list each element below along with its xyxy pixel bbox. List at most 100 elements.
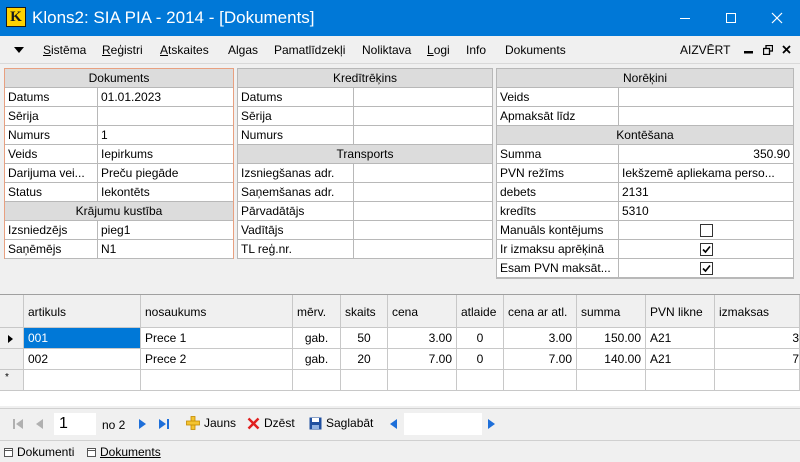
apmaksat-lidz-input[interactable] (619, 107, 793, 125)
menu-pamatlidzekli[interactable]: Pamatlīdzekļi (274, 43, 345, 57)
kredits-input[interactable]: 5310 (619, 202, 793, 220)
numurs-input[interactable]: 1 (98, 126, 233, 144)
column-header[interactable]: nosaukums (141, 295, 293, 328)
manuals-kontejums-checkbox[interactable] (699, 224, 713, 238)
new-row-cell[interactable] (504, 370, 577, 391)
title-bar[interactable]: K Klons2: SIA PIA - 2014 - [Dokuments] (0, 0, 800, 36)
table-cell-pvn-likme[interactable]: A21 (646, 328, 715, 349)
new-row-cell[interactable] (577, 370, 646, 391)
table-cell-cena-ar-atl[interactable]: 7.00 (504, 349, 577, 370)
serija-input[interactable] (98, 107, 233, 125)
scroll-right-icon[interactable] (487, 418, 497, 430)
close-button[interactable] (754, 0, 800, 36)
new-row-cell[interactable] (457, 370, 504, 391)
new-row-cell[interactable] (715, 370, 800, 391)
izsniegsanas-adr-input[interactable] (354, 164, 492, 182)
first-record-icon[interactable] (12, 418, 24, 430)
menu-dokuments[interactable]: Dokuments (505, 43, 566, 57)
column-header[interactable]: atlaide (457, 295, 504, 328)
tab-dokuments[interactable]: Dokuments (87, 445, 161, 459)
column-header[interactable]: PVN likne (646, 295, 715, 328)
maximize-button[interactable] (708, 0, 754, 36)
menu-noliktava[interactable]: Noliktava (362, 43, 411, 57)
menu-info[interactable]: Info (466, 43, 486, 57)
veids-input[interactable]: Iepirkums (98, 145, 233, 163)
esam-pvn-maksataji-checkbox[interactable] (699, 262, 713, 276)
delete-record-button[interactable]: Dzēst (247, 416, 295, 430)
field-label: Ir izmaksu aprēķinā (497, 240, 619, 258)
new-row-cell[interactable] (388, 370, 457, 391)
menu-algas[interactable]: Algas (228, 43, 258, 57)
datums-input[interactable]: 01.01.2023 (98, 88, 233, 106)
status-input[interactable]: Iekontēts (98, 183, 233, 201)
new-row-cell[interactable] (293, 370, 341, 391)
menu-registri[interactable]: Reģistri (102, 43, 143, 57)
new-row-cell[interactable] (646, 370, 715, 391)
table-cell-summa[interactable]: 140.00 (577, 349, 646, 370)
table-cell-nosaukums[interactable]: Prece 1 (141, 328, 293, 349)
scroll-left-icon[interactable] (388, 418, 398, 430)
table-cell-izmaksas[interactable]: 3 (715, 328, 800, 349)
menu-sistema[interactable]: Sistēma (43, 43, 86, 57)
minimize-button[interactable] (662, 0, 708, 36)
child-minimize-icon[interactable] (744, 51, 753, 54)
izsniedzejs-input[interactable]: pieg1 (98, 221, 233, 239)
table-cell-izmaksas[interactable]: 7 (715, 349, 800, 370)
row-selector[interactable] (0, 349, 24, 370)
new-row-cell[interactable] (24, 370, 141, 391)
table-cell-atlaide[interactable]: 0 (457, 349, 504, 370)
column-header[interactable]: skaits (341, 295, 388, 328)
previous-record-icon[interactable] (34, 418, 44, 430)
table-cell-merv[interactable]: gab. (293, 328, 341, 349)
table-cell-artikuls[interactable]: 002 (24, 349, 141, 370)
child-restore-icon[interactable] (763, 45, 773, 55)
new-row-marker[interactable]: * (0, 370, 24, 391)
table-cell-atlaide[interactable]: 0 (457, 328, 504, 349)
column-header[interactable]: artikuls (24, 295, 141, 328)
table-cell-cena[interactable]: 3.00 (388, 328, 457, 349)
menu-atskaites[interactable]: Atskaites (160, 43, 209, 57)
tl-reg-nr-input[interactable] (354, 240, 492, 258)
last-record-icon[interactable] (158, 418, 170, 430)
new-record-button[interactable]: Jauns (186, 416, 236, 430)
search-input[interactable] (404, 413, 482, 435)
new-row-cell[interactable] (341, 370, 388, 391)
sanemsanas-adr-input[interactable] (354, 183, 492, 201)
close-document-button[interactable]: AIZVĒRT (680, 43, 730, 57)
column-header[interactable]: mērv. (293, 295, 341, 328)
table-cell-cena-ar-atl[interactable]: 3.00 (504, 328, 577, 349)
save-button[interactable]: Saglabāt (309, 416, 373, 430)
ir-izmaksu-aprekina-checkbox[interactable] (699, 243, 713, 257)
child-close-icon[interactable] (782, 45, 791, 54)
summa-input[interactable]: 350.90 (619, 145, 793, 163)
table-cell-pvn-likme[interactable]: A21 (646, 349, 715, 370)
table-cell-nosaukums[interactable]: Prece 2 (141, 349, 293, 370)
new-row-cell[interactable] (141, 370, 293, 391)
pvn-rezims-input[interactable]: Iekšzemē apliekama perso... (619, 164, 793, 182)
sanemejs-input[interactable]: N1 (98, 240, 233, 258)
parvadatajs-input[interactable] (354, 202, 492, 220)
column-header[interactable]: izmaksas (715, 295, 800, 328)
vaditajs-input[interactable] (354, 221, 492, 239)
column-header[interactable]: cena (388, 295, 457, 328)
table-cell-summa[interactable]: 150.00 (577, 328, 646, 349)
table-cell-artikuls[interactable]: 001 (24, 328, 141, 349)
table-cell-skaits[interactable]: 50 (341, 328, 388, 349)
table-cell-skaits[interactable]: 20 (341, 349, 388, 370)
menu-logi[interactable]: Logi (427, 43, 450, 57)
table-cell-cena[interactable]: 7.00 (388, 349, 457, 370)
row-selector[interactable] (0, 328, 24, 349)
column-header[interactable]: summa (577, 295, 646, 328)
column-header[interactable]: cena ar atl. (504, 295, 577, 328)
kr-datums-input[interactable] (354, 88, 492, 106)
record-position-input[interactable]: 1 (54, 413, 96, 435)
nor-veids-input[interactable] (619, 88, 793, 106)
menu-dropdown-icon[interactable] (14, 47, 24, 53)
debets-input[interactable]: 2131 (619, 183, 793, 201)
table-cell-merv[interactable]: gab. (293, 349, 341, 370)
tab-dokumenti[interactable]: Dokumenti (4, 445, 74, 459)
kr-numurs-input[interactable] (354, 126, 492, 144)
darijuma-veids-input[interactable]: Preču piegāde (98, 164, 233, 182)
kr-serija-input[interactable] (354, 107, 492, 125)
next-record-icon[interactable] (138, 418, 148, 430)
